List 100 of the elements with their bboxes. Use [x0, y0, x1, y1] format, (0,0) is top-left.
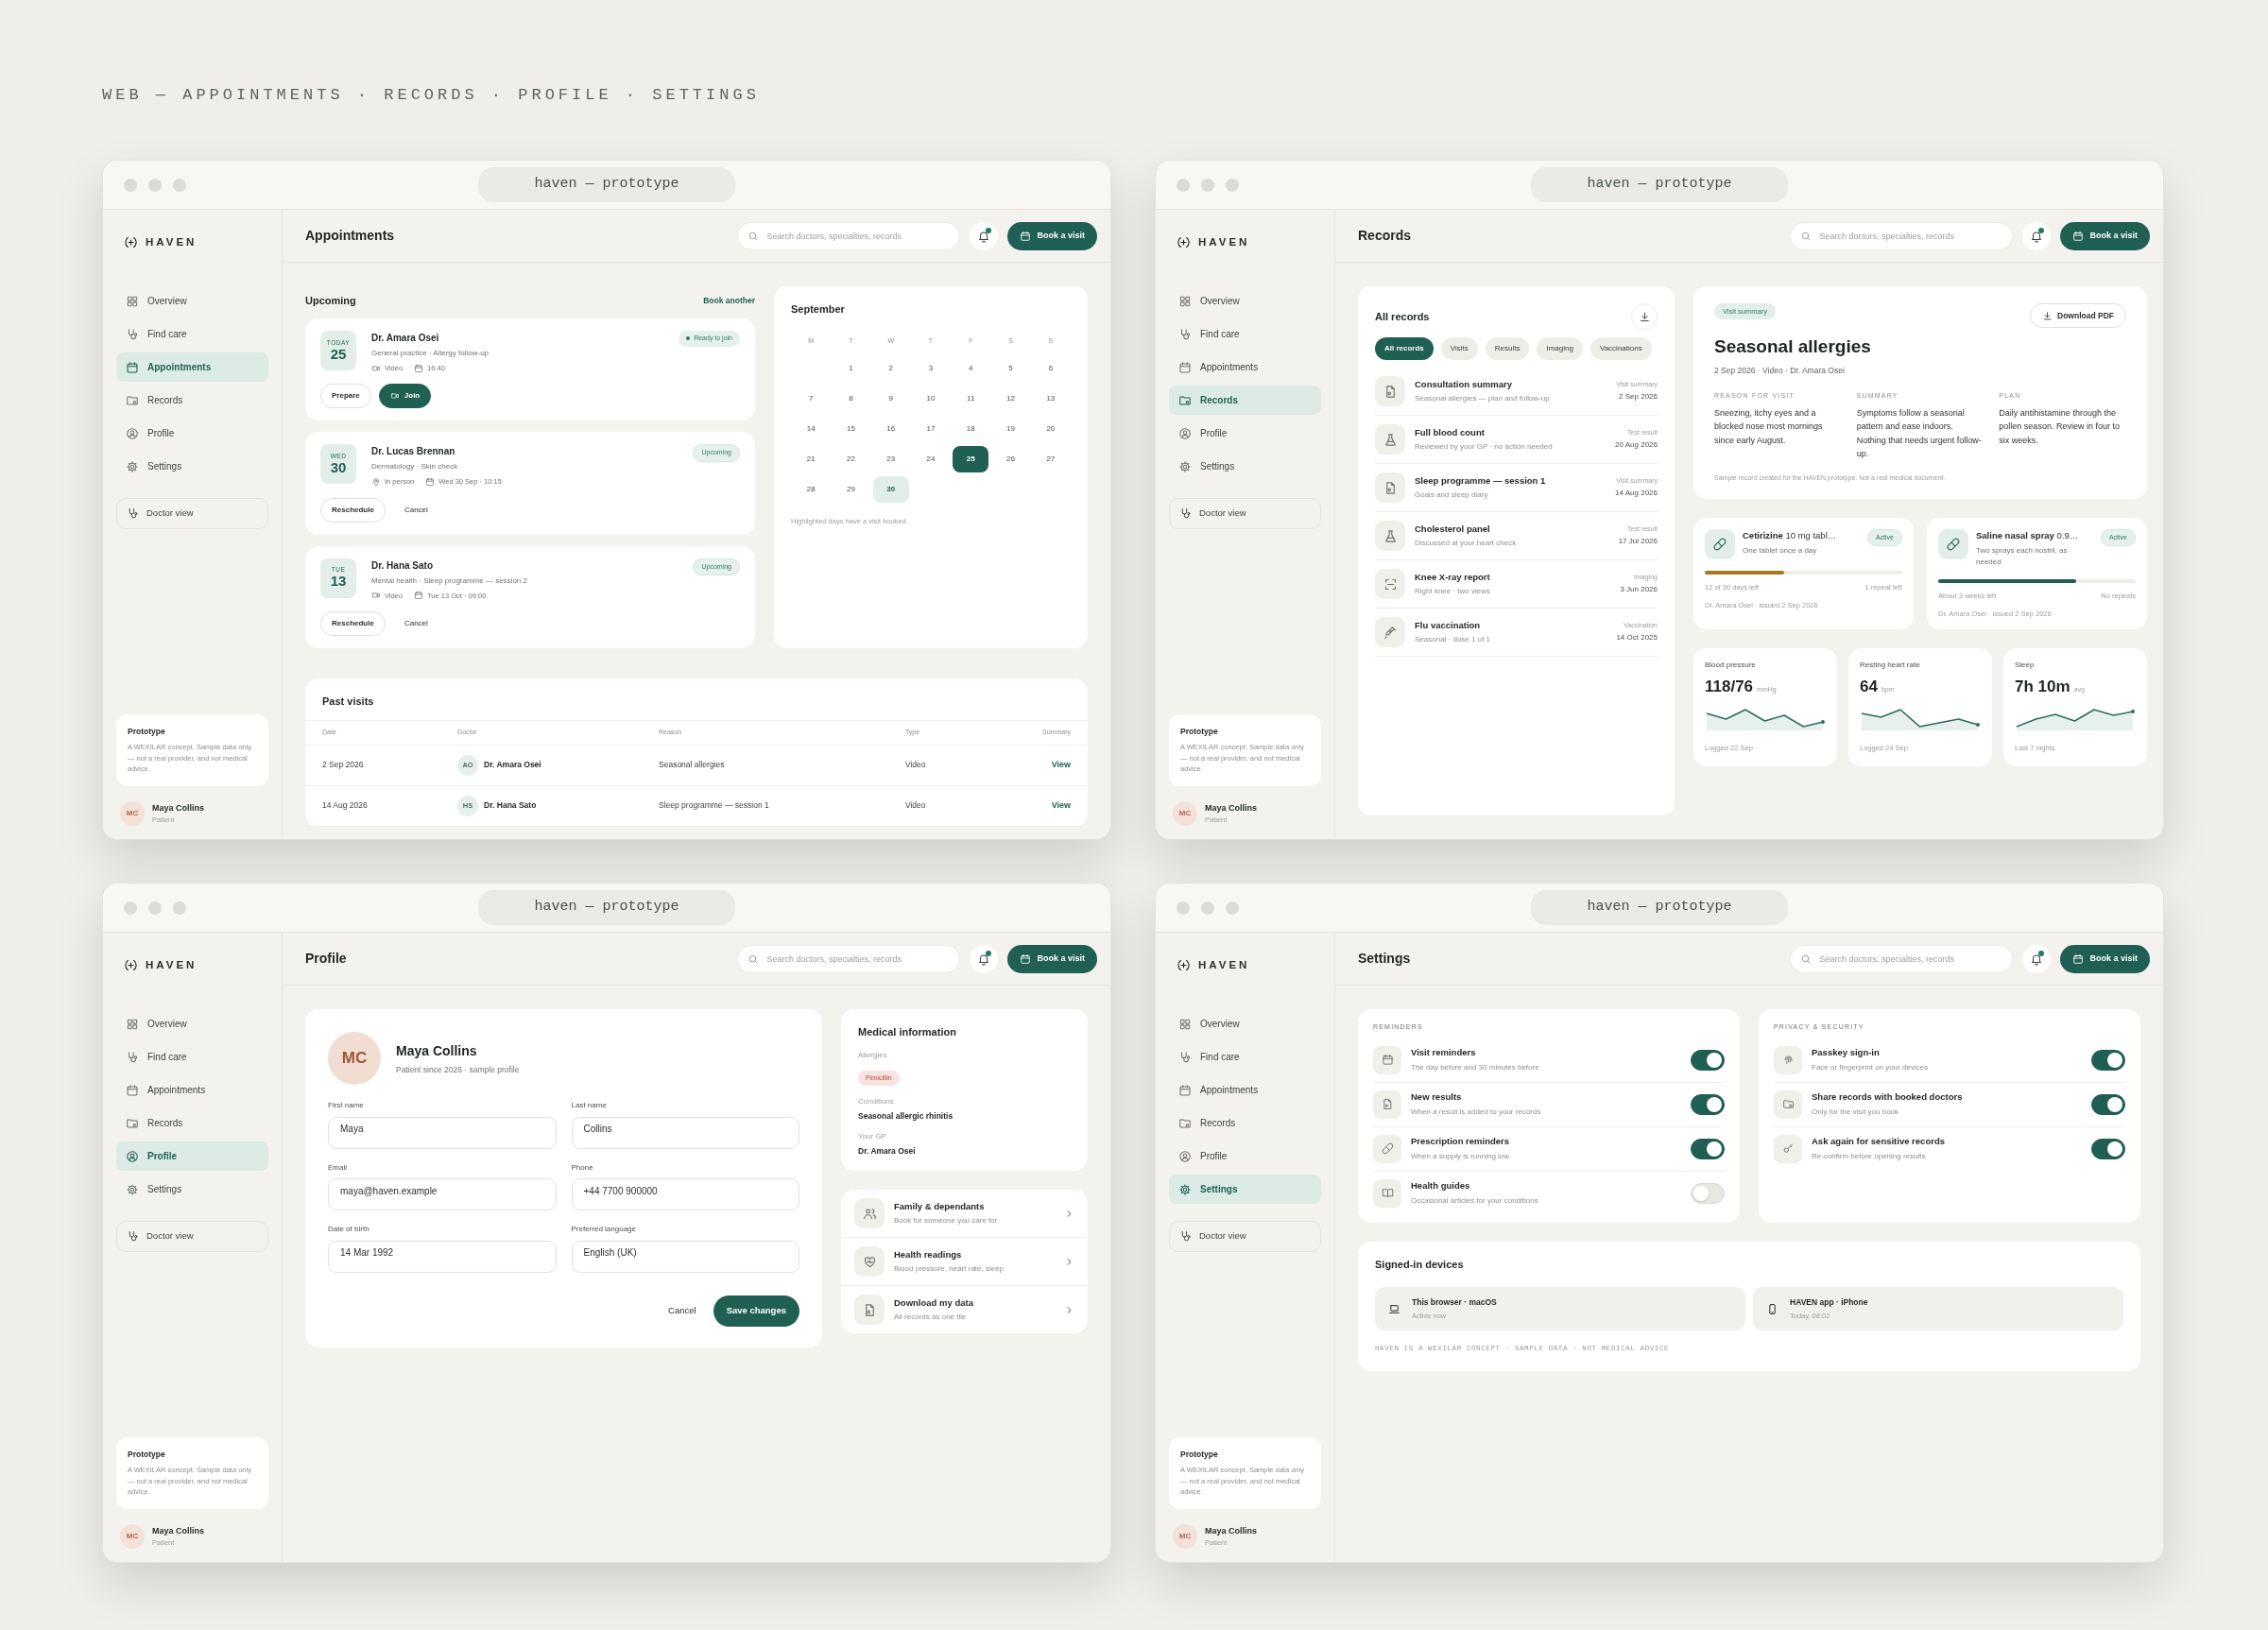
nav-item[interactable]: Settings	[1169, 452, 1321, 482]
calendar-day[interactable]: 13	[1032, 385, 1069, 412]
input-field[interactable]: English (UK)	[571, 1240, 799, 1273]
nav-item[interactable]: Overview	[116, 286, 268, 317]
save-button[interactable]: Save changes	[713, 1295, 799, 1327]
filter-chip[interactable]: All records	[1375, 337, 1434, 360]
doctor-view-button[interactable]: Doctor view	[1169, 1221, 1321, 1252]
nav-item[interactable]: Profile	[1169, 419, 1321, 449]
calendar-day[interactable]: 12	[992, 385, 1029, 412]
nav-item[interactable]: Find care	[116, 319, 268, 350]
filter-chip[interactable]: Visits	[1440, 337, 1478, 360]
calendar-day[interactable]: 28	[793, 475, 830, 503]
view-link[interactable]: View	[1051, 800, 1071, 810]
search-field[interactable]: Search doctors, specialties, records	[1790, 944, 2014, 973]
calendar-day[interactable]: 18	[953, 415, 989, 442]
nav-item[interactable]: Appointments	[1169, 1075, 1321, 1106]
nav-item[interactable]: Records	[116, 386, 268, 416]
calendar-day[interactable]: 14	[793, 415, 830, 442]
window-control-icon[interactable]	[148, 178, 162, 192]
nav-item[interactable]: Profile	[116, 1141, 268, 1172]
window-control-icon[interactable]	[124, 901, 137, 915]
calendar-day[interactable]: 15	[833, 415, 869, 442]
book-another-link[interactable]: Book another	[703, 294, 755, 307]
window-control-icon[interactable]	[173, 901, 186, 915]
notification-button[interactable]	[970, 944, 999, 973]
window-control-icon[interactable]	[1177, 901, 1190, 915]
cancel-button[interactable]: Cancel	[659, 1303, 706, 1318]
calendar-day[interactable]: 4	[953, 354, 989, 382]
nav-item[interactable]: Appointments	[1169, 352, 1321, 383]
input-field[interactable]: Maya	[328, 1116, 557, 1149]
view-link[interactable]: View	[1051, 760, 1071, 769]
notification-button[interactable]	[2022, 944, 2052, 973]
calendar-day[interactable]: 23	[872, 445, 909, 472]
action-button[interactable]: Join	[378, 384, 432, 409]
calendar-day[interactable]: 8	[833, 385, 869, 412]
search-field[interactable]: Search doctors, specialties, records	[737, 221, 961, 250]
calendar-day[interactable]: 17	[913, 415, 949, 442]
toggle-switch[interactable]	[1691, 1049, 1725, 1071]
doctor-view-button[interactable]: Doctor view	[116, 498, 268, 529]
book-visit-button[interactable]: Book a visit	[1007, 221, 1097, 250]
window-control-icon[interactable]	[124, 178, 137, 192]
calendar-day[interactable]: 29	[833, 475, 869, 503]
window-control-icon[interactable]	[1226, 901, 1239, 915]
doctor-view-button[interactable]: Doctor view	[116, 1221, 268, 1252]
calendar-day[interactable]: 10	[913, 385, 949, 412]
download-pdf-button[interactable]: Download PDF	[2030, 303, 2126, 328]
calendar-day[interactable]: 6	[1032, 354, 1069, 382]
nav-item[interactable]: Records	[1169, 1108, 1321, 1139]
calendar-day[interactable]: 16	[872, 415, 909, 442]
calendar-day[interactable]: 30	[872, 475, 909, 503]
notification-button[interactable]	[2022, 221, 2052, 250]
nav-item[interactable]: Find care	[1169, 1042, 1321, 1072]
calendar-day[interactable]: 27	[1032, 445, 1069, 472]
book-visit-button[interactable]: Book a visit	[2060, 221, 2150, 250]
nav-item[interactable]: Settings	[116, 1175, 268, 1205]
calendar-day[interactable]: 2	[872, 354, 909, 382]
calendar-day[interactable]: 9	[872, 385, 909, 412]
nav-item[interactable]: Find care	[116, 1042, 268, 1072]
nav-item[interactable]: Profile	[116, 419, 268, 449]
calendar-day[interactable]: 1	[833, 354, 869, 382]
input-field[interactable]: Collins	[571, 1116, 799, 1149]
nav-item[interactable]: Profile	[1169, 1141, 1321, 1172]
filter-chip[interactable]: Results	[1485, 337, 1530, 360]
calendar-day[interactable]: 11	[953, 385, 989, 412]
calendar-day[interactable]: 19	[992, 415, 1029, 442]
toggle-switch[interactable]	[1691, 1093, 1725, 1115]
window-control-icon[interactable]	[148, 901, 162, 915]
nav-item[interactable]: Settings	[1169, 1175, 1321, 1205]
nav-item[interactable]: Settings	[116, 452, 268, 482]
toggle-switch[interactable]	[2091, 1049, 2125, 1071]
nav-item[interactable]: Overview	[116, 1009, 268, 1039]
nav-item[interactable]: Overview	[1169, 1009, 1321, 1039]
window-control-icon[interactable]	[1177, 178, 1190, 192]
download-button[interactable]	[1631, 303, 1658, 330]
calendar-day[interactable]: 26	[992, 445, 1029, 472]
action-button[interactable]: Reschedule	[320, 497, 386, 523]
filter-chip[interactable]: Vaccinations	[1589, 337, 1652, 360]
calendar-day[interactable]: 3	[913, 354, 949, 382]
menu-row[interactable]: Download my data All records as one file	[841, 1286, 1088, 1333]
calendar-day[interactable]: 7	[793, 385, 830, 412]
toggle-switch[interactable]	[2091, 1093, 2125, 1115]
menu-row[interactable]: Health readings Blood pressure, heart rate, sleep	[841, 1238, 1088, 1286]
filter-chip[interactable]: Imaging	[1537, 337, 1583, 360]
window-control-icon[interactable]	[173, 178, 186, 192]
calendar-day[interactable]: 21	[793, 445, 830, 472]
calendar-day[interactable]: 24	[913, 445, 949, 472]
nav-item[interactable]: Overview	[1169, 286, 1321, 317]
book-visit-button[interactable]: Book a visit	[2060, 944, 2150, 973]
calendar-day[interactable]: 25	[953, 445, 989, 472]
search-field[interactable]: Search doctors, specialties, records	[737, 944, 961, 973]
doctor-view-button[interactable]: Doctor view	[1169, 498, 1321, 529]
toggle-switch[interactable]	[1691, 1138, 1725, 1159]
menu-row[interactable]: Family & dependants Book for someone you care for	[841, 1190, 1088, 1238]
input-field[interactable]: 14 Mar 1992	[328, 1240, 557, 1273]
search-field[interactable]: Search doctors, specialties, records	[1790, 221, 2014, 250]
notification-button[interactable]	[970, 221, 999, 250]
nav-item[interactable]: Appointments	[116, 1075, 268, 1106]
calendar-day[interactable]: 20	[1032, 415, 1069, 442]
window-control-icon[interactable]	[1201, 901, 1214, 915]
input-field[interactable]: maya@haven.example	[328, 1178, 557, 1210]
